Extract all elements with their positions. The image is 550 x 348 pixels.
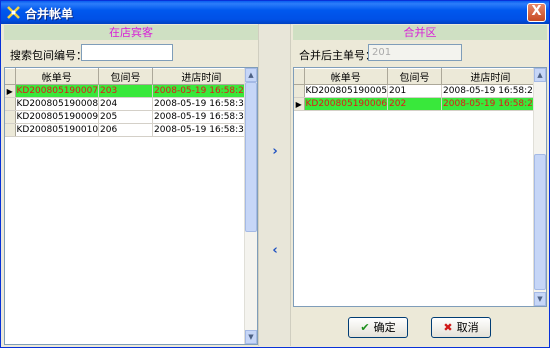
move-left-button[interactable]: ‹ bbox=[268, 244, 282, 258]
time-cell: 2008-05-19 16:58:33 bbox=[152, 110, 251, 124]
table-row[interactable]: KD200805190008 204 2008-05-19 16:58:31 bbox=[5, 97, 251, 111]
col-time-header[interactable]: 进店时间 bbox=[441, 68, 540, 85]
left-panel-header: 在店宾客 bbox=[4, 25, 258, 40]
title-bar: 合并帐单 X bbox=[1, 1, 549, 24]
right-grid-scrollbar[interactable]: ▲ ▼ bbox=[533, 68, 546, 306]
search-room-label: 搜索包间编号： bbox=[10, 49, 87, 62]
row-indicator-header bbox=[5, 68, 16, 85]
search-room-input[interactable] bbox=[81, 44, 173, 61]
col-room-header[interactable]: 包间号 bbox=[98, 68, 154, 85]
time-cell: 2008-05-19 16:58:34 bbox=[152, 123, 251, 137]
bill-cell: KD200805190009 bbox=[15, 110, 100, 124]
confirm-button[interactable]: ✔ 确定 bbox=[348, 317, 408, 338]
room-cell: 203 bbox=[98, 84, 154, 98]
col-bill-header[interactable]: 帐单号 bbox=[15, 68, 100, 85]
table-row[interactable]: KD200805190009 205 2008-05-19 16:58:33 bbox=[5, 110, 251, 124]
bill-cell: KD200805190006 bbox=[304, 97, 389, 111]
main-bill-field[interactable]: 201 bbox=[368, 44, 462, 61]
time-cell: 2008-05-19 16:58:27 bbox=[441, 97, 540, 111]
scroll-thumb[interactable] bbox=[245, 82, 257, 232]
col-bill-header[interactable]: 帐单号 bbox=[304, 68, 389, 85]
room-cell: 206 bbox=[98, 123, 154, 137]
table-row[interactable]: ▶ KD200805190006 202 2008-05-19 16:58:27 bbox=[294, 97, 540, 111]
left-bill-grid: 帐单号 包间号 进店时间 ▶ KD200805190007 203 2008-0… bbox=[4, 67, 258, 345]
row-indicator bbox=[5, 123, 16, 137]
table-row[interactable]: ▶ KD200805190007 203 2008-05-19 16:58:29 bbox=[5, 84, 251, 98]
time-cell: 2008-05-19 16:58:29 bbox=[152, 84, 251, 98]
right-bill-grid: 帐单号 包间号 进店时间 KD200805190005 201 2008-05-… bbox=[293, 67, 547, 307]
row-pointer-icon: ▶ bbox=[294, 97, 305, 111]
col-time-header[interactable]: 进店时间 bbox=[152, 68, 251, 85]
row-pointer-icon: ▶ bbox=[5, 84, 16, 98]
scroll-down-icon[interactable]: ▼ bbox=[534, 292, 546, 306]
row-indicator bbox=[5, 110, 16, 124]
bill-cell: KD200805190005 bbox=[304, 84, 389, 98]
row-indicator bbox=[5, 97, 16, 111]
merge-bill-window: 合并帐单 X 在店宾客 搜索包间编号： 帐单号 包间号 进店时间 ▶ KD200… bbox=[0, 0, 550, 348]
checkmark-icon: ✔ bbox=[360, 321, 370, 334]
x-icon: ✖ bbox=[443, 321, 453, 334]
cancel-label: 取消 bbox=[456, 321, 479, 334]
room-cell: 202 bbox=[387, 97, 443, 111]
scroll-up-icon[interactable]: ▲ bbox=[245, 68, 257, 82]
confirm-label: 确定 bbox=[373, 321, 396, 334]
app-icon bbox=[7, 6, 20, 19]
window-title: 合并帐单 bbox=[25, 7, 74, 21]
table-row[interactable]: KD200805190010 206 2008-05-19 16:58:34 bbox=[5, 123, 251, 137]
scroll-down-icon[interactable]: ▼ bbox=[245, 330, 257, 344]
room-cell: 205 bbox=[98, 110, 154, 124]
move-right-button[interactable]: › bbox=[268, 145, 282, 159]
bill-cell: KD200805190008 bbox=[15, 97, 100, 111]
bill-cell: KD200805190007 bbox=[15, 84, 100, 98]
scroll-up-icon[interactable]: ▲ bbox=[534, 68, 546, 82]
room-cell: 201 bbox=[387, 84, 443, 98]
time-cell: 2008-05-19 16:58:24 bbox=[441, 84, 540, 98]
left-grid-scrollbar[interactable]: ▲ ▼ bbox=[244, 68, 257, 344]
right-panel-header: 合并区 bbox=[293, 25, 547, 40]
table-row[interactable]: KD200805190005 201 2008-05-19 16:58:24 bbox=[294, 84, 540, 98]
bill-cell: KD200805190010 bbox=[15, 123, 100, 137]
col-room-header[interactable]: 包间号 bbox=[387, 68, 443, 85]
move-button-strip bbox=[258, 24, 291, 346]
row-indicator bbox=[294, 84, 305, 98]
cancel-button[interactable]: ✖ 取消 bbox=[431, 317, 491, 338]
time-cell: 2008-05-19 16:58:31 bbox=[152, 97, 251, 111]
main-bill-label: 合并后主单号： bbox=[299, 49, 376, 62]
row-indicator-header bbox=[294, 68, 305, 85]
scroll-thumb[interactable] bbox=[534, 154, 546, 290]
close-button[interactable]: X bbox=[527, 3, 546, 22]
room-cell: 204 bbox=[98, 97, 154, 111]
